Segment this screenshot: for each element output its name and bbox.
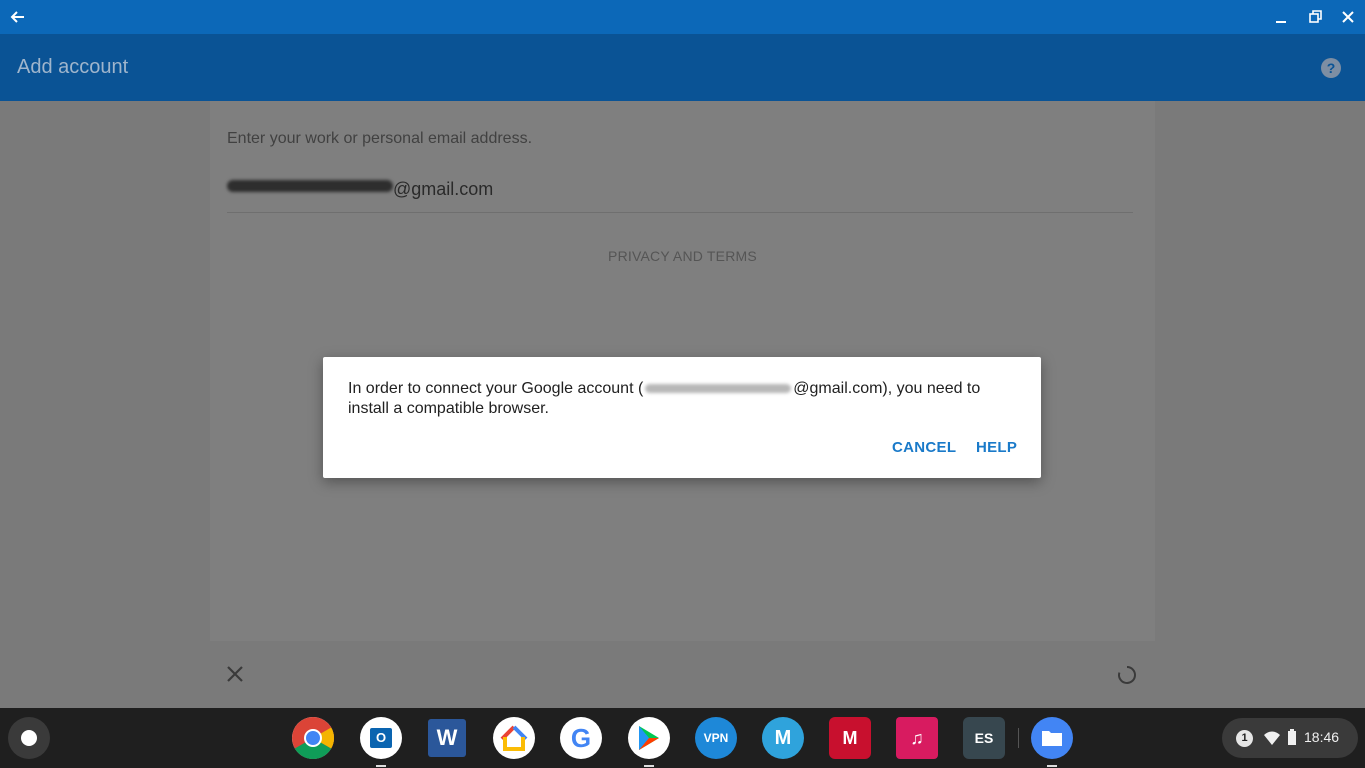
shelf: O W G VPN M M ♫ ES 1 18:46 [0,708,1365,768]
close-icon[interactable] [224,663,246,685]
email-domain-text: @gmail.com [393,179,494,199]
status-tray[interactable]: 1 18:46 [1222,718,1358,758]
window-titlebar [0,0,1365,34]
play-icon [639,726,659,750]
launcher-button[interactable] [8,717,50,759]
outlook-app-icon[interactable]: O [360,717,402,767]
shelf-divider [1018,728,1019,748]
minimize-icon[interactable] [1271,7,1291,27]
google-home-app-icon[interactable] [493,717,535,759]
mcafee-app-icon[interactable]: M [829,717,871,759]
folder-icon [1042,731,1062,746]
word-app-icon[interactable]: W [426,717,468,759]
battery-icon [1288,729,1296,745]
loading-spinner-icon [1118,666,1136,684]
google-app-icon[interactable]: G [560,717,602,759]
play-store-app-icon[interactable] [628,717,670,767]
word-icon: W [428,719,466,757]
vpn-pro-app-icon[interactable]: VPN [695,717,737,759]
cancel-button[interactable]: CANCEL [892,439,956,456]
home-icon [500,725,528,751]
clock: 18:46 [1304,729,1340,745]
restore-icon[interactable] [1305,7,1325,27]
wifi-icon [1264,731,1280,745]
music-app-icon[interactable]: ♫ [896,717,938,759]
email-prompt: Enter your work or personal email addres… [227,130,533,147]
help-circle-icon[interactable]: ? [1320,57,1342,79]
maxthon-app-icon[interactable]: M [762,717,804,759]
chrome-app-icon[interactable] [292,717,334,759]
arrow-left-icon[interactable] [8,7,28,27]
browser-required-dialog: In order to connect your Google account … [323,357,1041,478]
svg-text:?: ? [1327,60,1336,76]
privacy-terms-link[interactable]: PRIVACY AND TERMS [210,248,1155,264]
dialog-message: In order to connect your Google account … [348,380,981,417]
es-file-explorer-app-icon[interactable]: ES [963,717,1005,759]
outlook-icon: O [370,728,392,748]
close-icon[interactable] [1338,7,1358,27]
app-bar: Add account ? [0,34,1365,101]
redacted-email-user [645,384,792,394]
email-field[interactable]: @gmail.com [227,175,1133,213]
help-button[interactable]: HELP [976,439,1017,456]
redacted-email-user [227,180,393,192]
notification-count-badge: 1 [1236,730,1253,747]
files-app-icon[interactable] [1031,717,1073,767]
page-title: Add account [17,56,129,78]
